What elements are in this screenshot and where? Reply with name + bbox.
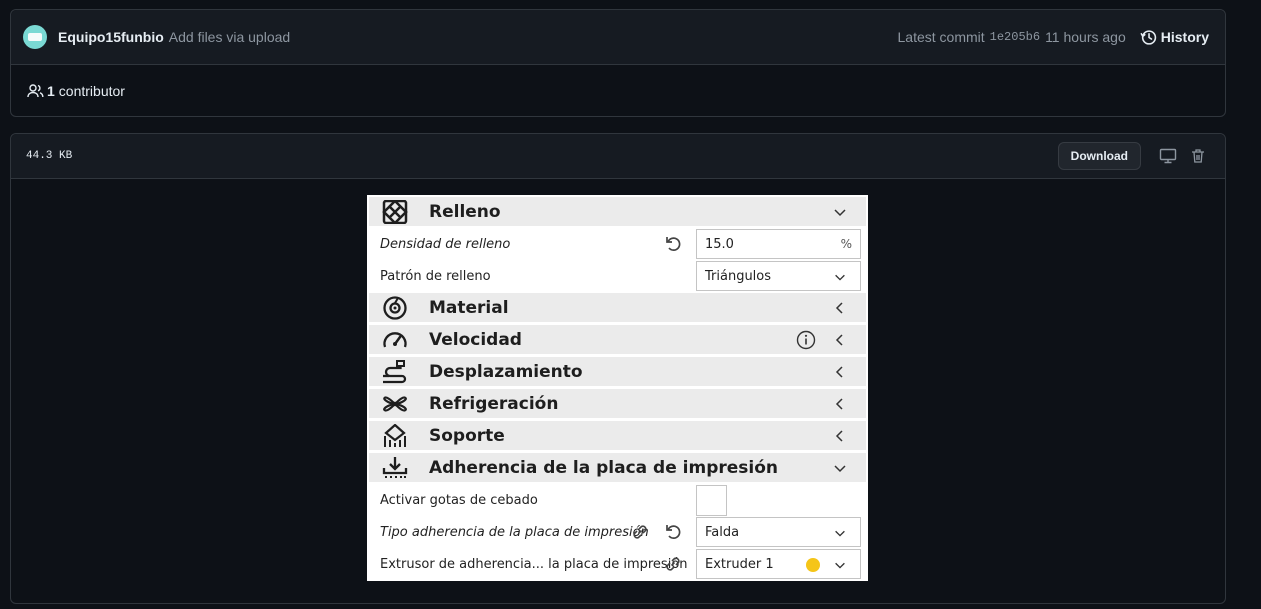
chevron-left-icon [835,334,843,346]
settings-image: Relleno Densidad de relleno 15.0 % Patró… [367,195,868,581]
reset-icon[interactable] [663,234,683,254]
chevron-left-icon [835,398,843,410]
file-size: 44.3 KB [26,150,73,162]
info-icon[interactable] [796,330,816,350]
link-icon [633,525,647,539]
setting-label: Extrusor de adherencia... la placa de im… [380,556,688,572]
contributors-row[interactable]: 1 contributor [11,65,1225,117]
contributor-count: 1 [47,83,55,99]
chevron-left-icon [835,430,843,442]
category-soporte[interactable]: Soporte [369,421,866,450]
history-label: History [1160,29,1209,45]
category-material[interactable]: Material [369,293,866,322]
speedometer-icon [383,332,407,348]
extrusor-select[interactable]: Extruder 1 [696,549,861,579]
category-relleno[interactable]: Relleno [369,197,866,226]
category-title: Relleno [429,201,501,222]
material-spool-icon [383,296,407,320]
category-title: Soporte [429,425,505,446]
category-title: Material [429,297,509,318]
category-title: Desplazamiento [429,361,583,382]
gotas-checkbox[interactable] [696,485,727,516]
contributor-label: contributor [58,83,125,99]
delete-button[interactable] [1185,143,1211,169]
infill-icon [382,200,408,224]
category-title: Refrigeración [429,393,559,414]
fan-icon [383,396,407,412]
commit-box: Equipo15funbio Add files via upload Late… [10,9,1226,117]
field-value: 15.0 [705,236,734,252]
adhesion-icon [382,457,408,478]
display-button[interactable] [1155,143,1181,169]
trash-icon [1192,149,1204,163]
chevron-left-icon [835,366,843,378]
field-value: Extruder 1 [705,556,774,572]
file-header: 44.3 KB Download [11,134,1225,179]
chevron-down-icon [834,465,846,473]
travel-icon [383,360,407,384]
monitor-icon [1159,148,1177,164]
setting-label: Activar gotas de cebado [380,492,538,508]
field-value: Falda [705,524,740,540]
history-button[interactable]: History [1140,29,1209,46]
category-velocidad[interactable]: Velocidad [369,325,866,354]
category-refrigeracion[interactable]: Refrigeración [369,389,866,418]
patron-select[interactable]: Triángulos [696,261,861,291]
setting-label: Densidad de relleno [380,236,511,252]
category-title: Velocidad [429,329,522,350]
history-icon [1140,29,1156,45]
latest-commit-label: Latest commit [897,29,985,45]
download-button[interactable]: Download [1057,142,1141,170]
extruder-color-dot [806,558,820,572]
latest-commit-row: Equipo15funbio Add files via upload Late… [11,10,1225,65]
tipo-select[interactable]: Falda [696,517,861,547]
unit-label: % [840,237,852,251]
link-icon [666,557,680,571]
people-icon [27,84,44,98]
densidad-input[interactable]: 15.0 % [696,229,861,259]
category-desplazamiento[interactable]: Desplazamiento [369,357,866,386]
commit-author[interactable]: Equipo15funbio [58,29,164,45]
commit-message[interactable]: Add files via upload [169,29,290,45]
chevron-left-icon [835,302,843,314]
field-value: Triángulos [705,268,772,284]
support-icon [384,424,406,447]
setting-gotas: Activar gotas de cebado [380,485,862,515]
category-title: Adherencia de la placa de impresión [429,457,779,478]
chevron-down-icon [835,562,845,569]
setting-label: Patrón de relleno [380,268,491,284]
avatar[interactable] [23,25,47,49]
setting-label: Tipo adherencia de la placa de impresión [380,524,649,540]
commit-sha[interactable]: 1e205b6 [990,30,1040,44]
category-adherencia[interactable]: Adherencia de la placa de impresión [369,453,866,482]
chevron-down-icon [835,274,845,281]
chevron-down-icon [834,209,846,217]
reset-icon[interactable] [663,522,683,542]
commit-time: 11 hours ago [1045,29,1126,45]
chevron-down-icon [835,530,845,537]
